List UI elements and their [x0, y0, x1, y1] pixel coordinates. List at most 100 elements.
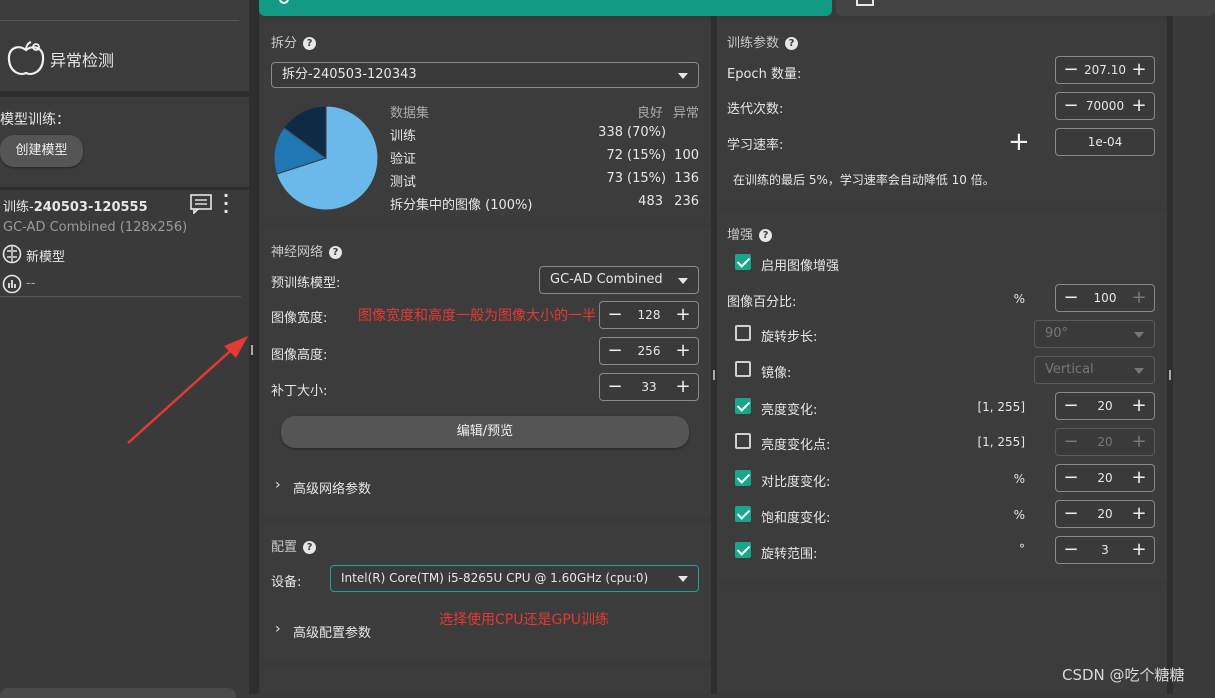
brightness-point-stepper[interactable]: − 20 +: [1055, 428, 1155, 456]
iterations-value[interactable]: 70000: [1084, 93, 1126, 119]
chevron-down-icon: [678, 576, 688, 582]
saturation-checkbox[interactable]: [735, 506, 751, 522]
help-icon[interactable]: ?: [303, 541, 317, 554]
plus-icon[interactable]: +: [670, 302, 696, 328]
enable-augment-label: 启用图像增强: [761, 259, 840, 274]
brightness-stepper[interactable]: − 20 +: [1055, 392, 1155, 420]
learning-rate-value[interactable]: 1e-04: [1060, 129, 1150, 155]
plus-icon[interactable]: +: [670, 374, 696, 400]
good-header: 良好: [636, 106, 663, 121]
chevron-right-icon[interactable]: ›: [275, 477, 281, 493]
config-title-text: 配置: [271, 540, 298, 555]
epoch-value[interactable]: 207.10: [1084, 57, 1126, 83]
minus-icon[interactable]: −: [1058, 93, 1084, 119]
row-train-good: 338: [598, 125, 623, 140]
plus-icon[interactable]: +: [1126, 393, 1152, 419]
brightness-checkbox[interactable]: [735, 398, 751, 414]
add-icon[interactable]: +: [1008, 129, 1030, 155]
minus-icon[interactable]: −: [1058, 537, 1084, 563]
chevron-down-icon: [1134, 368, 1144, 374]
row-test-name: 测试: [390, 175, 417, 190]
plus-icon[interactable]: +: [1126, 57, 1152, 83]
pretrained-select[interactable]: GC-AD Combined: [539, 266, 699, 294]
app-header-divider: [0, 0, 239, 21]
image-percent-stepper[interactable]: − 100 +: [1055, 284, 1155, 312]
minus-icon[interactable]: −: [602, 302, 628, 328]
create-model-button[interactable]: 创建模型: [0, 135, 83, 167]
augment-title: 增强?: [727, 224, 773, 243]
rotation-range-label: 旋转范围:: [761, 547, 818, 562]
plus-icon[interactable]: +: [670, 338, 696, 364]
rotation-range-checkbox[interactable]: [735, 542, 751, 558]
enable-augment-checkbox[interactable]: [735, 254, 751, 270]
minus-icon[interactable]: −: [1058, 465, 1084, 491]
saturation-label: 饱和度变化:: [761, 511, 831, 526]
device-annotation: 选择使用CPU还是GPU训练: [439, 612, 610, 628]
help-icon[interactable]: ?: [759, 229, 773, 242]
brightness-value[interactable]: 20: [1084, 393, 1126, 419]
rotation-range-unit: °: [1019, 542, 1025, 556]
brightness-point-value[interactable]: 20: [1084, 429, 1126, 455]
minus-icon[interactable]: −: [1058, 285, 1084, 311]
plus-icon[interactable]: +: [1126, 285, 1152, 311]
minus-icon[interactable]: −: [1058, 429, 1084, 455]
rotation-step-select[interactable]: 90°: [1034, 320, 1155, 348]
plus-icon[interactable]: +: [1126, 429, 1152, 455]
config-title: 配置?: [271, 536, 317, 555]
help-icon[interactable]: ?: [785, 37, 799, 50]
plus-icon[interactable]: +: [1126, 465, 1152, 491]
device-select[interactable]: Intel(R) Core(TM) i5-8265U CPU @ 1.60GHz…: [330, 565, 699, 592]
patch-size-stepper[interactable]: − 33 +: [599, 373, 699, 401]
contrast-checkbox[interactable]: [735, 470, 751, 486]
image-height-stepper[interactable]: − 256 +: [599, 337, 699, 365]
brightness-point-checkbox[interactable]: [735, 433, 751, 449]
minus-icon[interactable]: −: [1058, 501, 1084, 527]
splitter-handle-2: [713, 370, 715, 380]
iterations-label: 迭代次数:: [727, 102, 784, 117]
minus-icon[interactable]: −: [1058, 57, 1084, 83]
patch-size-value[interactable]: 33: [628, 374, 670, 400]
tab-inactive[interactable]: [836, 0, 1215, 16]
advanced-network-toggle[interactable]: 高级网络参数: [293, 478, 371, 497]
rotation-range-value[interactable]: 3: [1084, 537, 1126, 563]
comment-icon[interactable]: [190, 194, 212, 214]
epoch-stepper[interactable]: − 207.10 +: [1055, 56, 1155, 84]
image-percent-value[interactable]: 100: [1084, 285, 1126, 311]
chevron-right-icon[interactable]: ›: [275, 621, 281, 637]
minus-icon[interactable]: −: [602, 374, 628, 400]
iterations-stepper[interactable]: − 70000 +: [1055, 92, 1155, 120]
plus-icon[interactable]: +: [1126, 501, 1152, 527]
tab-active[interactable]: [259, 0, 832, 16]
learning-rate-input[interactable]: 1e-04: [1055, 128, 1155, 156]
advanced-config-toggle[interactable]: 高级配置参数: [293, 622, 371, 641]
training-name-id: 240503-120555: [33, 200, 148, 215]
rotation-step-checkbox[interactable]: [735, 325, 751, 341]
saturation-value[interactable]: 20: [1084, 501, 1126, 527]
image-height-value[interactable]: 256: [628, 338, 670, 364]
mirror-select[interactable]: Vertical: [1034, 356, 1155, 384]
saturation-stepper[interactable]: − 20 +: [1055, 500, 1155, 528]
metric-value: --: [26, 276, 36, 291]
edit-preview-button[interactable]: 编辑/预览: [281, 416, 689, 448]
plus-icon[interactable]: +: [1126, 537, 1152, 563]
contrast-value[interactable]: 20: [1084, 465, 1126, 491]
saturation-unit: %: [1013, 508, 1025, 522]
image-width-stepper[interactable]: − 128 +: [599, 301, 699, 329]
plus-icon[interactable]: +: [1126, 93, 1152, 119]
contrast-stepper[interactable]: − 20 +: [1055, 464, 1155, 492]
image-width-value[interactable]: 128: [628, 302, 670, 328]
help-icon[interactable]: ?: [329, 246, 343, 259]
more-vertical-icon[interactable]: · · ·: [223, 188, 229, 220]
split-title-text: 拆分: [271, 36, 298, 51]
row-total-name-text: 拆分集中的图像: [390, 198, 482, 213]
rotation-range-stepper[interactable]: − 3 +: [1055, 536, 1155, 564]
minus-icon[interactable]: −: [1058, 393, 1084, 419]
config-panel: 配置? 设备: Intel(R) Core(TM) i5-8265U CPU @…: [261, 524, 711, 662]
minus-icon[interactable]: −: [602, 338, 628, 364]
annotation-arrow: [127, 336, 248, 444]
new-model-label: 新模型: [26, 250, 66, 265]
sidebar-bottom-button[interactable]: [0, 688, 236, 698]
mirror-checkbox[interactable]: [735, 361, 751, 377]
split-select[interactable]: 拆分-240503-120343: [271, 62, 699, 88]
help-icon[interactable]: ?: [303, 37, 317, 50]
